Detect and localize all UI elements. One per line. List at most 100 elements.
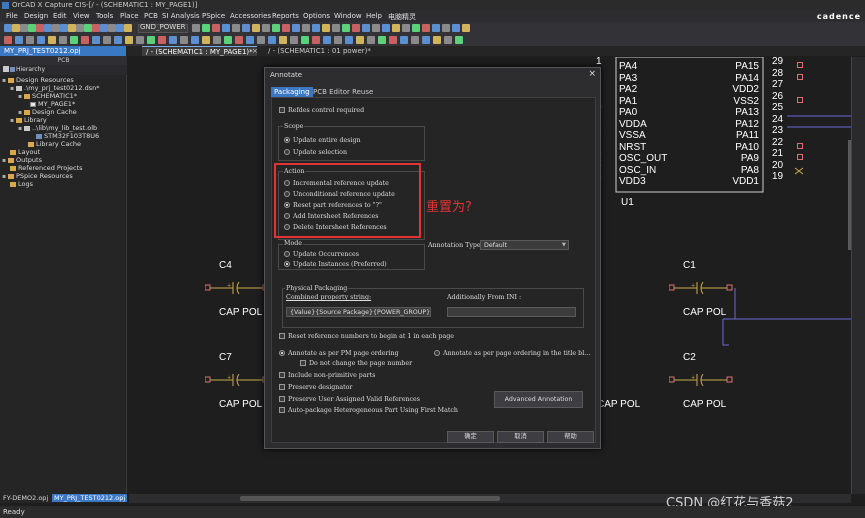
place-junction-icon[interactable] — [124, 24, 132, 32]
copy-icon[interactable] — [36, 24, 44, 32]
place-power-icon[interactable] — [422, 36, 430, 44]
copy-icon[interactable] — [48, 36, 56, 44]
scope-entire-radio[interactable] — [284, 137, 290, 143]
place-wire-icon[interactable] — [372, 24, 380, 32]
undo-icon[interactable] — [52, 24, 60, 32]
new-file-icon[interactable] — [252, 24, 260, 32]
place-bus-icon[interactable] — [400, 36, 408, 44]
tree-item-schematic1[interactable]: ▪ SCHEMATIC1* — [2, 92, 100, 100]
tree-item-logs[interactable]: Logs — [2, 180, 100, 188]
place-part-icon[interactable] — [367, 36, 375, 44]
save-icon[interactable] — [268, 36, 276, 44]
tab-pcb-editor-reuse[interactable]: PCB Editor Reuse — [310, 87, 376, 97]
auto-package-checkbox[interactable] — [279, 407, 285, 413]
menu-pspice[interactable]: PSpice — [202, 12, 225, 20]
zoom-in-icon[interactable] — [334, 36, 342, 44]
place-text-icon[interactable] — [212, 24, 220, 32]
tab-packaging[interactable]: Packaging — [271, 87, 313, 97]
mode-occurrences-radio[interactable] — [284, 251, 290, 257]
place-part-icon[interactable] — [362, 24, 370, 32]
place-wire-icon[interactable] — [136, 36, 144, 44]
tree-item-library[interactable]: ▪ Library — [2, 116, 100, 124]
tree-item-design-cache[interactable]: ▪ Design Cache — [2, 108, 100, 116]
tree-item-pspice-resources[interactable]: ▪ PSpice Resources — [2, 172, 100, 180]
tab-hierarchy[interactable]: Hierarchy — [16, 66, 45, 73]
tree-item-design-resources[interactable]: ▪ Design Resources — [2, 76, 100, 84]
tab-close-icon[interactable]: × — [252, 47, 258, 55]
place-line-icon[interactable] — [442, 24, 450, 32]
capacitor-symbol[interactable]: + — [668, 373, 739, 387]
additionally-from-ini-input[interactable] — [447, 307, 576, 317]
save-icon[interactable] — [272, 24, 280, 32]
tab-my-prj[interactable]: MY_PRJ_TEST0212.opj — [52, 494, 128, 502]
menu-help[interactable]: Help — [366, 12, 382, 20]
redo-icon[interactable] — [323, 36, 331, 44]
reset-refs-checkbox[interactable] — [279, 333, 285, 339]
help-icon[interactable] — [242, 24, 250, 32]
zoom-out-icon[interactable] — [342, 24, 350, 32]
tab-schematic-power[interactable]: / - (SCHEMATIC1 : 01 power)* — [264, 46, 375, 56]
refdes-control-checkbox[interactable] — [279, 107, 285, 113]
place-junction-icon[interactable] — [402, 24, 410, 32]
paste-icon[interactable] — [59, 36, 67, 44]
help-icon[interactable] — [462, 24, 470, 32]
paste-icon[interactable] — [302, 24, 310, 32]
place-power-icon[interactable] — [192, 24, 200, 32]
menu-tools[interactable]: Tools — [96, 12, 113, 20]
redo-icon[interactable] — [60, 24, 68, 32]
place-line-icon[interactable] — [213, 36, 221, 44]
settings-icon[interactable] — [232, 24, 240, 32]
new-file-icon[interactable] — [4, 24, 12, 32]
menu-reports[interactable]: Reports — [272, 12, 299, 20]
place-junction-icon[interactable] — [169, 36, 177, 44]
place-power-icon[interactable] — [180, 36, 188, 44]
cut-icon[interactable] — [28, 24, 36, 32]
place-line-icon[interactable] — [222, 24, 230, 32]
place-power-icon[interactable] — [412, 24, 420, 32]
zoom-fit-icon[interactable] — [114, 36, 122, 44]
cut-icon[interactable] — [37, 36, 45, 44]
combined-property-input[interactable]: {Value}{Source Package}{POWER_GROUP} — [286, 307, 431, 317]
paste-icon[interactable] — [301, 36, 309, 44]
tab-schematic-page1[interactable]: / - (SCHEMATIC1 : MY_PAGE1)* — [142, 46, 257, 56]
zoom-out-icon[interactable] — [103, 36, 111, 44]
place-bus-icon[interactable] — [116, 24, 124, 32]
include-nonprim-checkbox[interactable] — [279, 372, 285, 378]
paste-icon[interactable] — [44, 24, 52, 32]
zoom-fit-icon[interactable] — [356, 36, 364, 44]
place-wire-icon[interactable] — [100, 24, 108, 32]
cut-icon[interactable] — [282, 24, 290, 32]
undo-icon[interactable] — [70, 36, 78, 44]
file-view-icon[interactable] — [3, 66, 9, 72]
preserve-user-checkbox[interactable] — [279, 396, 285, 402]
chevron-down-icon[interactable]: ▼ — [562, 242, 566, 248]
ok-button[interactable]: 确定 — [447, 431, 494, 443]
settings-icon[interactable] — [452, 24, 460, 32]
menu-options[interactable]: Options — [303, 12, 330, 20]
place-bus-icon[interactable] — [158, 36, 166, 44]
place-wire-icon[interactable] — [378, 36, 386, 44]
new-file-icon[interactable] — [246, 36, 254, 44]
menu-window[interactable]: Window — [334, 12, 362, 20]
undo-icon[interactable] — [312, 36, 320, 44]
menu-file[interactable]: File — [6, 12, 18, 20]
redo-icon[interactable] — [322, 24, 330, 32]
capacitor-symbol[interactable]: + — [668, 281, 739, 295]
place-text-icon[interactable] — [444, 36, 452, 44]
preserve-designator-checkbox[interactable] — [279, 384, 285, 390]
tab-fy-demo2[interactable]: FY-DEMO2.opj — [3, 494, 48, 502]
hierarchy-icon[interactable] — [10, 67, 15, 72]
tree-item-outputs[interactable]: ▪ Outputs — [2, 156, 100, 164]
tree-item-my-page1[interactable]: MY_PAGE1* — [2, 100, 100, 108]
zoom-in-icon[interactable] — [68, 24, 76, 32]
open-folder-icon[interactable] — [12, 24, 20, 32]
tree-item-dsn-file[interactable]: ▪ .\my_prj_test0212.dsn* — [2, 84, 100, 92]
cancel-button[interactable]: 取消 — [497, 431, 544, 443]
zoom-in-icon[interactable] — [332, 24, 340, 32]
menu-pcb[interactable]: PCB — [144, 12, 158, 20]
place-ground-icon[interactable] — [433, 36, 441, 44]
save-icon[interactable] — [26, 36, 34, 44]
zoom-fit-icon[interactable] — [352, 24, 360, 32]
vertical-scroll-thumb[interactable] — [848, 140, 851, 250]
copy-icon[interactable] — [292, 24, 300, 32]
